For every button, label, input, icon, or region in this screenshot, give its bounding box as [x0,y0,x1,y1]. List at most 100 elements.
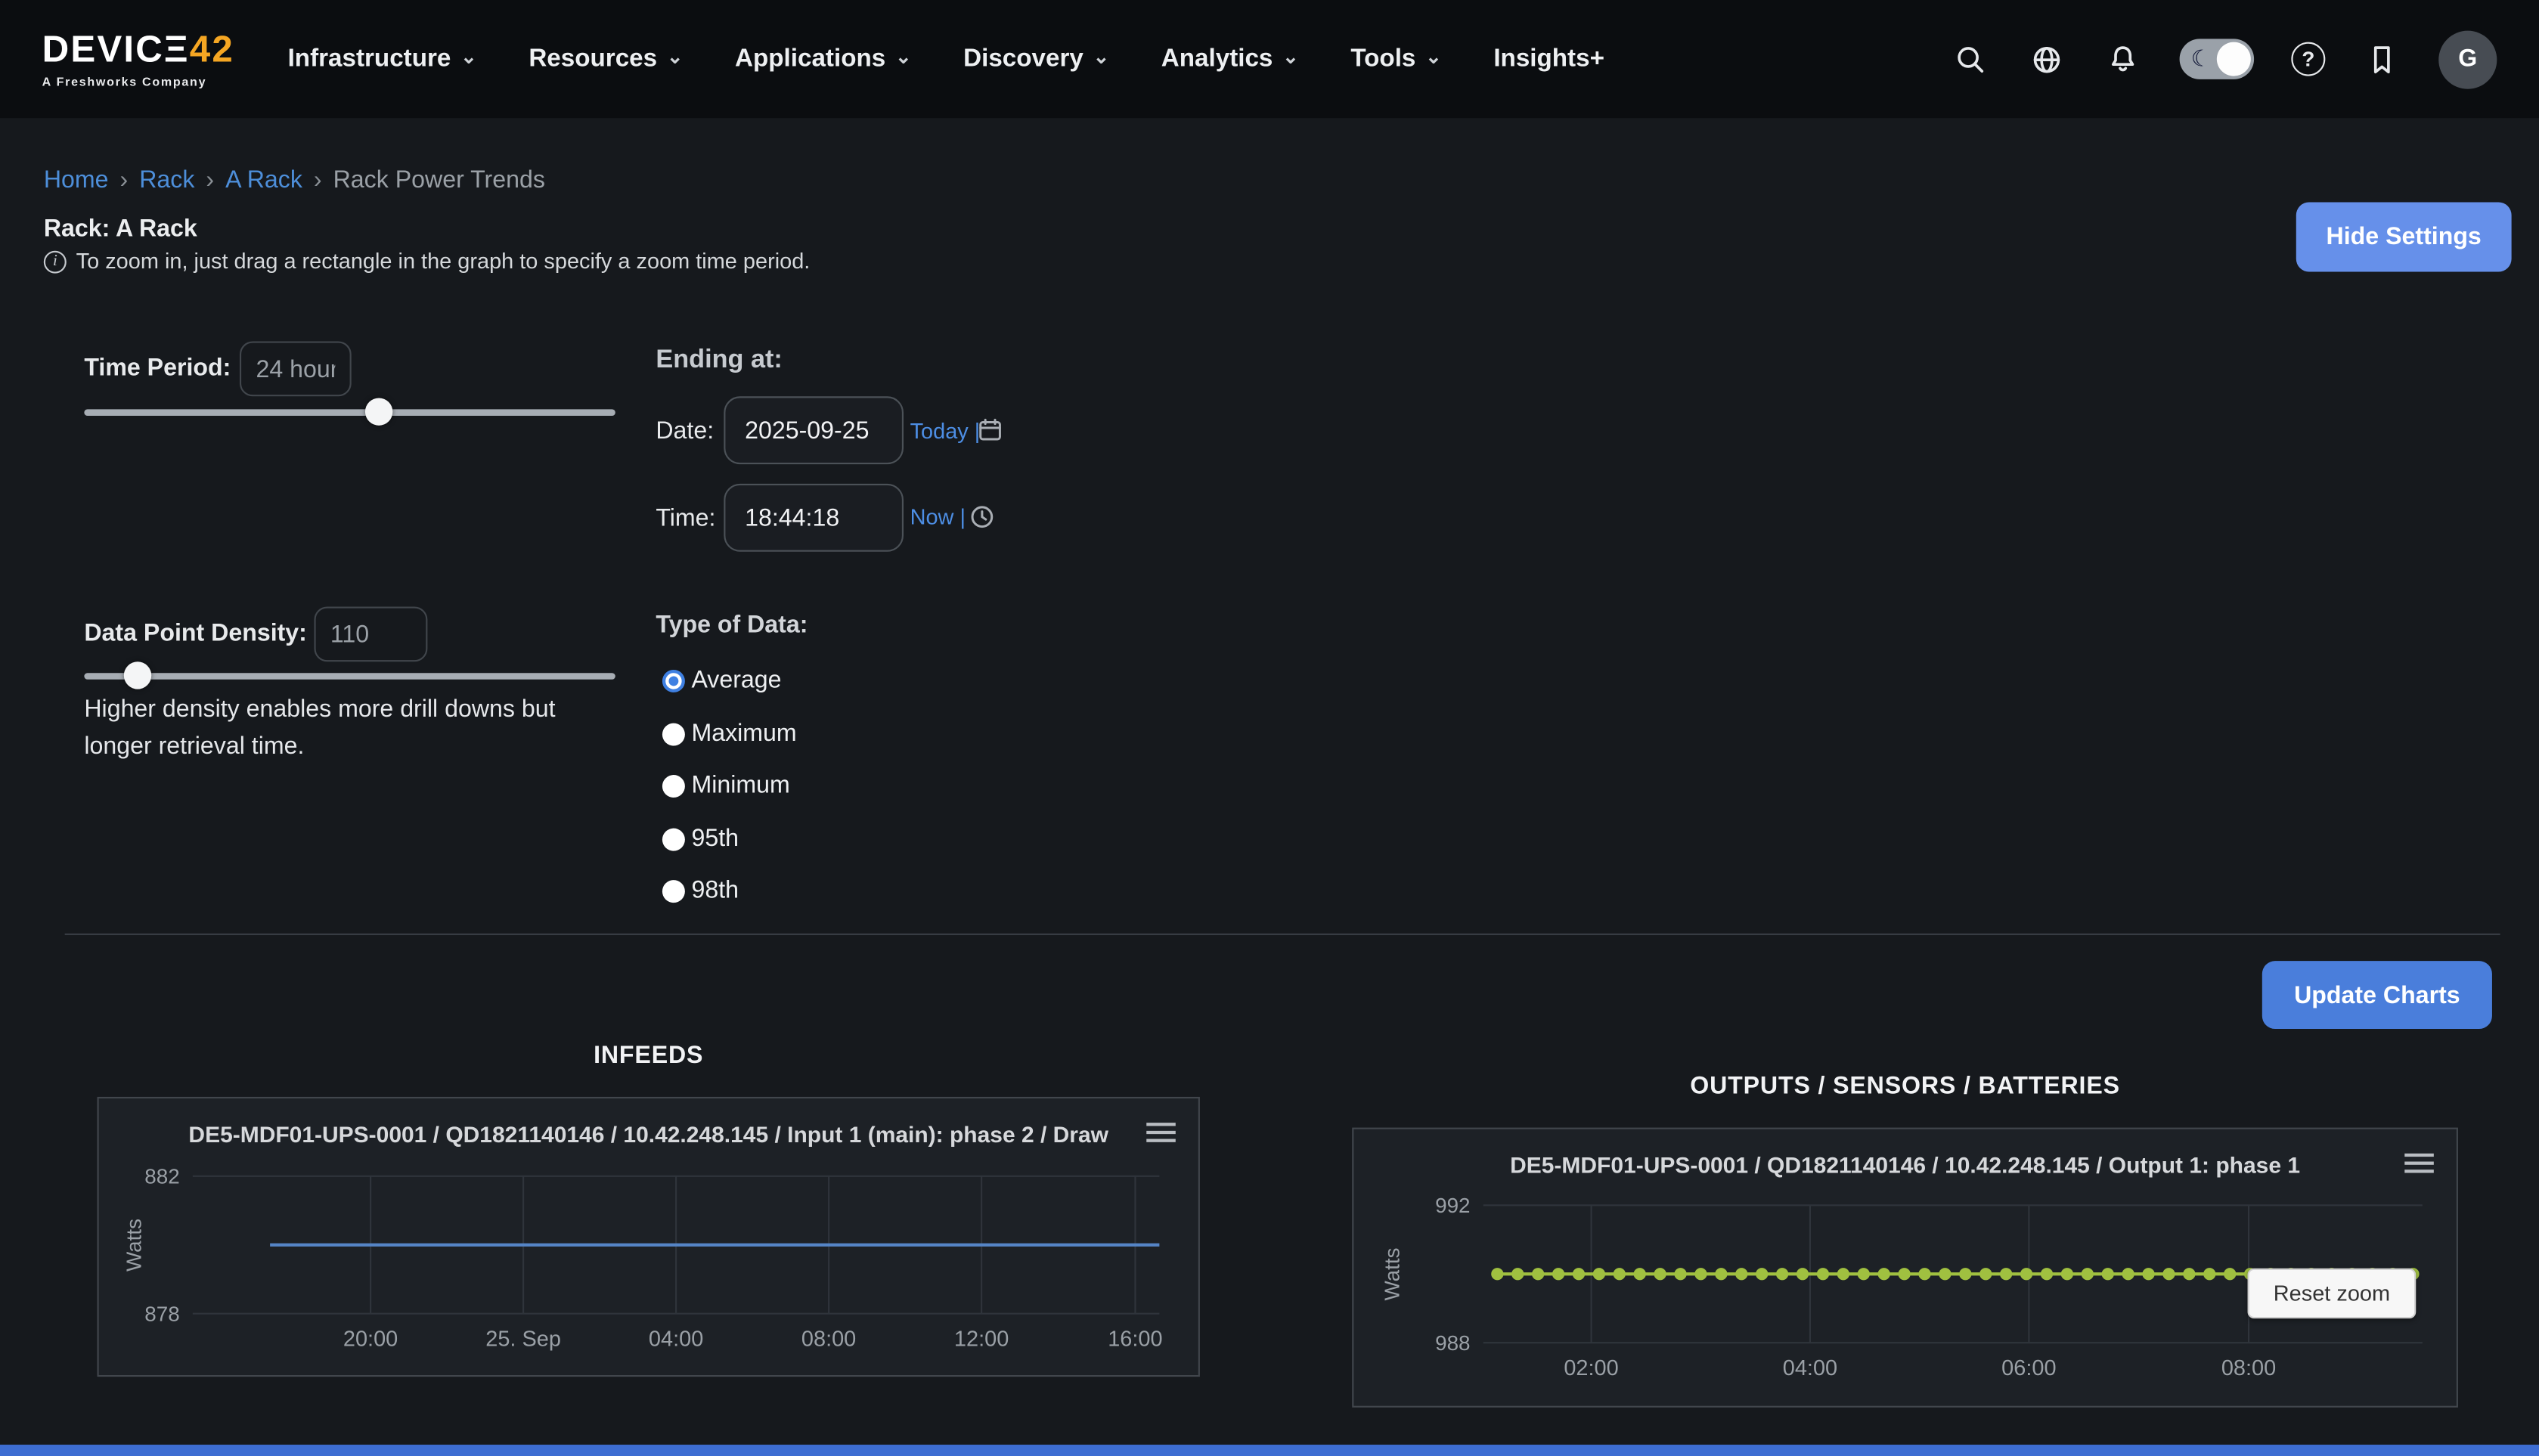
breadcrumb: Home › Rack › A Rack › Rack Power Trends [44,166,545,194]
type-of-data-label: Type of Data: [656,612,808,639]
nav-item-tools[interactable]: Tools⌄ [1329,28,1462,89]
radio-minimum[interactable]: Minimum [662,772,790,799]
chevron-down-icon: ⌄ [895,46,912,66]
question-icon: ? [2302,47,2314,71]
slider-track [84,672,615,679]
reset-zoom-button[interactable]: Reset zoom [2248,1269,2417,1318]
nav-item-infrastructure[interactable]: Infrastructure⌄ [267,28,498,89]
radio-icon[interactable] [662,723,685,745]
calendar-icon-button[interactable] [976,416,1003,451]
plot-area[interactable] [193,1176,1160,1314]
chevron-down-icon: ⌄ [1425,46,1442,66]
bookmarks-button[interactable] [2363,39,2401,78]
main-menu: Infrastructure⌄ Resources⌄ Applications⌄… [267,28,1626,89]
user-avatar[interactable]: G [2438,30,2497,88]
infeeds-chart-panel: DE5-MDF01-UPS-0001 / QD1821140146 / 10.4… [97,1097,1199,1377]
y-tick-label: 992 [1353,1193,1470,1217]
radio-95th[interactable]: 95th [662,825,739,852]
update-charts-button[interactable]: Update Charts [2262,961,2492,1029]
radio-average[interactable]: Average [662,667,782,694]
search-icon [1953,42,1989,77]
help-button[interactable]: ? [2291,42,2325,76]
x-tick-label: 06:00 [2001,1355,2056,1380]
time-period-label: Time Period: [84,355,231,382]
x-tick-label: 04:00 [649,1327,703,1351]
settings-divider [65,934,2500,935]
radio-icon[interactable] [662,828,685,850]
bell-icon [2105,42,2141,77]
breadcrumb-separator: › [314,166,322,194]
chart-menu-button[interactable] [2404,1154,2434,1178]
radio-98th[interactable]: 98th [662,877,739,904]
clock-icon [969,503,996,531]
density-input[interactable] [314,607,427,662]
y-axis-label: Watts [122,1176,146,1314]
x-tick-label: 02:00 [1564,1355,1618,1380]
clock-icon-button[interactable] [969,503,996,539]
x-tick-label: 08:00 [2221,1355,2276,1380]
calendar-icon [976,416,1003,443]
brand-subtitle: A Freshworks Company [42,73,234,88]
chevron-down-icon: ⌄ [1282,46,1299,66]
y-axis-label: Watts [1380,1205,1404,1343]
bookmark-icon [2364,42,2400,77]
date-label: Date: [656,417,714,445]
brand-text: DEVICΞ42 [42,30,234,67]
time-period-input[interactable] [240,342,352,397]
hide-settings-button[interactable]: Hide Settings [2296,203,2512,272]
device42-logo[interactable]: DEVICΞ42 A Freshworks Company [42,30,234,88]
x-tick-label: 25. Sep [485,1327,561,1351]
x-tick-label: 20:00 [343,1327,398,1351]
density-hint: Higher density enables more drill downs … [84,692,622,767]
breadcrumb-current: Rack Power Trends [333,166,545,194]
hamburger-icon [2404,1154,2434,1157]
infeeds-section-title: INFEEDS [97,1042,1199,1069]
time-period-slider[interactable] [84,398,615,425]
nav-item-analytics[interactable]: Analytics⌄ [1140,28,1320,89]
breadcrumb-home[interactable]: Home [44,166,109,194]
outputs-section-title: OUTPUTS / SENSORS / BATTERIES [1352,1073,2458,1100]
density-slider[interactable] [84,661,615,689]
breadcrumb-rack[interactable]: Rack [139,166,194,194]
chart-title: DE5-MDF01-UPS-0001 / QD1821140146 / 10.4… [163,1121,1133,1147]
density-label: Data Point Density: [84,620,307,647]
nav-item-insights[interactable]: Insights+ [1472,28,1625,89]
page-root: DEVICΞ42 A Freshworks Company Infrastruc… [0,0,2539,1456]
radio-icon[interactable] [662,774,685,797]
notifications-button[interactable] [2103,39,2142,78]
ending-at-label: Ending at: [656,346,783,376]
slider-handle[interactable] [365,398,392,425]
y-tick-label: 878 [99,1302,180,1326]
search-button[interactable] [1952,39,1990,78]
toggle-knob [2217,42,2251,76]
now-link[interactable]: Now | [910,505,966,529]
time-label: Time: [656,505,715,532]
radio-selected-icon[interactable] [662,669,685,692]
info-icon: i [44,250,67,273]
slider-track [84,408,615,415]
chevron-down-icon: ⌄ [1093,46,1110,66]
today-link[interactable]: Today | [910,419,981,443]
globe-icon [2029,42,2064,77]
radio-icon[interactable] [662,879,685,902]
nav-item-applications[interactable]: Applications⌄ [714,28,932,89]
x-tick-label: 12:00 [954,1327,1009,1351]
chart-menu-button[interactable] [1146,1123,1176,1147]
nav-item-resources[interactable]: Resources⌄ [507,28,704,89]
slider-handle[interactable] [123,661,150,689]
breadcrumb-separator: › [120,166,129,194]
x-tick-label: 04:00 [1783,1355,1837,1380]
breadcrumb-a-rack[interactable]: A Rack [225,166,302,194]
globe-button[interactable] [2027,39,2066,78]
nav-item-discovery[interactable]: Discovery⌄ [942,28,1130,89]
y-tick-label: 882 [99,1164,180,1188]
navbar-actions: ☾ ? G [1952,30,2497,88]
zoom-hint: i To zoom in, just drag a rectangle in t… [44,249,811,274]
top-navbar: DEVICΞ42 A Freshworks Company Infrastruc… [0,0,2539,118]
radio-maximum[interactable]: Maximum [662,720,797,747]
y-tick-label: 988 [1353,1331,1470,1355]
time-input[interactable] [724,484,904,552]
x-tick-label: 08:00 [801,1327,856,1351]
theme-toggle[interactable]: ☾ [2180,39,2255,79]
date-input[interactable] [724,396,904,464]
